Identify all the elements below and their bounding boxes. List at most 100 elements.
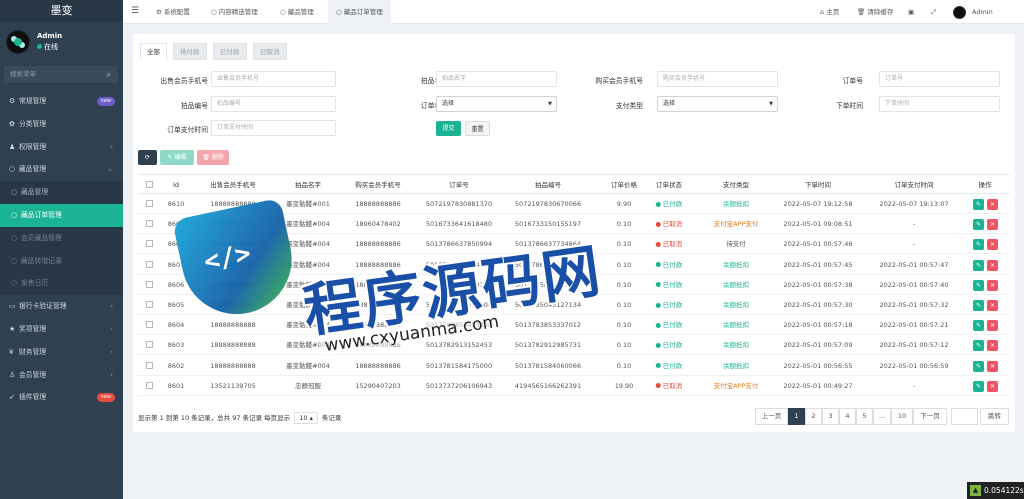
table-row[interactable]: 8609 18888888888 墨变骷髅#004 18960478402 501673…	[138, 214, 1010, 235]
row-edit-icon[interactable]: ✎	[973, 340, 984, 352]
row-checkbox[interactable]	[146, 321, 153, 329]
page-button[interactable]: 10	[891, 408, 913, 425]
goto-page-input[interactable]	[951, 408, 978, 425]
row-checkbox[interactable]	[146, 200, 153, 207]
row-delete-icon[interactable]: ✕	[987, 219, 998, 231]
table-row[interactable]: 8605 18888888888 墨变骷髅#004 18888888886 501378…	[138, 295, 1010, 315]
sidebar-item-7[interactable]: ○ 藏品转增记录	[0, 249, 123, 273]
item-name-input[interactable]: 拍品名字	[436, 71, 557, 87]
table-row[interactable]: 8608 18888888888 墨变骷髅#004 18888888886 501378…	[138, 234, 1010, 255]
row-edit-icon[interactable]: ✎	[973, 259, 984, 271]
buyer-phone-input[interactable]: 购买会员手机号	[657, 71, 778, 87]
row-delete-icon[interactable]: ✕	[987, 320, 998, 332]
row-checkbox[interactable]	[146, 280, 153, 288]
column-header[interactable]: 出售会员手机号	[210, 175, 256, 195]
table-row[interactable]: 8607 18888888888 墨变骷髅#004 18888888886 501378…	[138, 255, 1010, 275]
seller-phone-input[interactable]: 出售会员手机号	[211, 71, 336, 87]
select-all-checkbox[interactable]	[146, 181, 153, 188]
menu-toggle-icon[interactable]: ☰	[131, 6, 139, 16]
image-icon[interactable]: ▣	[908, 0, 914, 24]
row-edit-icon[interactable]: ✎	[973, 380, 984, 392]
filter-tab-all[interactable]: 全部	[140, 43, 167, 60]
row-checkbox[interactable]	[146, 301, 153, 308]
delete-button[interactable]: 🗑 删除	[197, 150, 229, 165]
submit-button[interactable]: 提交	[436, 121, 461, 136]
sidebar-item-4[interactable]: ○ 藏品管理	[0, 181, 123, 204]
order-time-input[interactable]: 下单时间	[879, 96, 1000, 112]
column-header[interactable]: 订单支付时间	[895, 175, 934, 195]
sidebar-item-9[interactable]: ▭ 银行卡验证管理 ‹	[0, 295, 123, 318]
page-size-select[interactable]: 10 ▴	[294, 412, 318, 424]
column-header[interactable]: Id	[173, 175, 179, 195]
sidebar-item-3[interactable]: ○ 藏品管理 ⌄	[0, 158, 123, 181]
refresh-button[interactable]: ⟳	[138, 150, 157, 165]
row-delete-icon[interactable]: ✕	[987, 239, 998, 251]
row-delete-icon[interactable]: ✕	[987, 199, 998, 210]
sidebar-item-13[interactable]: ➶ 插件管理 new	[0, 386, 123, 409]
page-button[interactable]: 2	[805, 408, 822, 425]
row-edit-icon[interactable]: ✎	[973, 239, 984, 251]
edit-button[interactable]: ✎ 编辑	[160, 150, 194, 165]
sidebar-item-2[interactable]: ♟ 权限管理 ‹	[0, 136, 123, 159]
goto-button[interactable]: 跳转	[980, 408, 1009, 425]
reset-button[interactable]: 重置	[465, 121, 490, 136]
clear-cache-button[interactable]: 🗑 清除缓存	[857, 0, 893, 24]
app-logo[interactable]: 墨变	[0, 0, 123, 22]
page-button[interactable]: 3	[822, 408, 839, 425]
column-header[interactable]: 订单状态	[656, 175, 682, 195]
row-edit-icon[interactable]: ✎	[973, 279, 984, 291]
pay-type-select[interactable]: 选择 ▼	[657, 96, 778, 112]
row-delete-icon[interactable]: ✕	[987, 259, 998, 271]
order-no-input[interactable]: 订单号	[879, 71, 1000, 87]
tab-content-select[interactable]: ○ 内容精选管理	[211, 0, 258, 24]
column-header[interactable]: 订单价格	[611, 175, 637, 195]
avatar[interactable]	[6, 30, 30, 54]
table-row[interactable]: 8610 18888888888 墨变骷髅#001 18888888886 507219…	[138, 194, 1010, 214]
page-button[interactable]: 5	[856, 408, 873, 425]
row-checkbox[interactable]	[146, 240, 153, 248]
sidebar-item-8[interactable]: ○ 发售日历	[0, 272, 123, 296]
row-delete-icon[interactable]: ✕	[987, 340, 998, 352]
tab-collection[interactable]: ○ 藏品管理	[280, 0, 314, 24]
item-no-input[interactable]: 拍品编号	[211, 96, 336, 112]
column-header[interactable]: 拍品编号	[535, 175, 561, 195]
row-delete-icon[interactable]: ✕	[987, 279, 998, 291]
search-icon[interactable]: ⌕	[107, 66, 111, 83]
table-row[interactable]: 8603 18888888888 墨变骷髅#004 18888888886 501378…	[138, 335, 1010, 356]
table-row[interactable]: 8601 13521139705 忠静冠服 15290407203 5013737206…	[138, 376, 1010, 396]
topbar-username[interactable]: Admin	[972, 0, 993, 24]
row-edit-icon[interactable]: ✎	[973, 199, 984, 210]
column-header[interactable]: 购买会员手机号	[355, 175, 401, 195]
debug-timer[interactable]: ▲ 0.054122s	[967, 482, 1024, 499]
column-header[interactable]: 拍品名字	[295, 175, 321, 195]
filter-tab-paid[interactable]: 已付款	[213, 43, 247, 60]
row-delete-icon[interactable]: ✕	[987, 380, 998, 392]
sidebar-item-6[interactable]: ○ 会员藏品管理	[0, 226, 123, 250]
tab-system-config[interactable]: ⚙ 系统配置	[156, 0, 190, 24]
page-button[interactable]: ...	[873, 408, 891, 425]
pay-time-input[interactable]: 订单支付时间	[211, 120, 336, 136]
fullscreen-icon[interactable]: ⤢	[931, 0, 936, 24]
sidebar-item-12[interactable]: ♙ 会员管理 ‹	[0, 364, 123, 387]
row-checkbox[interactable]	[146, 260, 153, 268]
column-header[interactable]: 下单时间	[805, 175, 831, 195]
next-page-button[interactable]: 下一页	[913, 408, 947, 425]
row-delete-icon[interactable]: ✕	[987, 360, 998, 372]
row-edit-icon[interactable]: ✎	[973, 360, 984, 372]
row-checkbox[interactable]	[146, 341, 153, 349]
row-edit-icon[interactable]: ✎	[973, 300, 984, 311]
avatar[interactable]	[953, 6, 966, 19]
sidebar-item-0[interactable]: ⚙ 常规管理 new	[0, 90, 123, 113]
prev-page-button[interactable]: 上一页	[755, 408, 788, 425]
order-status-select[interactable]: 选择 ▼	[436, 96, 557, 112]
table-row[interactable]: 8606 18888888888 墨变骷髅#004 18888888886 501378…	[138, 275, 1010, 295]
sidebar-item-10[interactable]: ★ 奖项管理 ‹	[0, 318, 123, 341]
sidebar-item-1[interactable]: ✿ 分类管理	[0, 113, 123, 136]
row-checkbox[interactable]	[146, 381, 153, 389]
row-checkbox[interactable]	[146, 220, 153, 228]
page-button[interactable]: 4	[839, 408, 856, 425]
column-header[interactable]: 订单号	[449, 175, 469, 195]
filter-tab-cancelled[interactable]: 已取消	[253, 43, 287, 60]
page-button[interactable]: 1	[788, 408, 805, 425]
row-edit-icon[interactable]: ✎	[973, 320, 984, 332]
